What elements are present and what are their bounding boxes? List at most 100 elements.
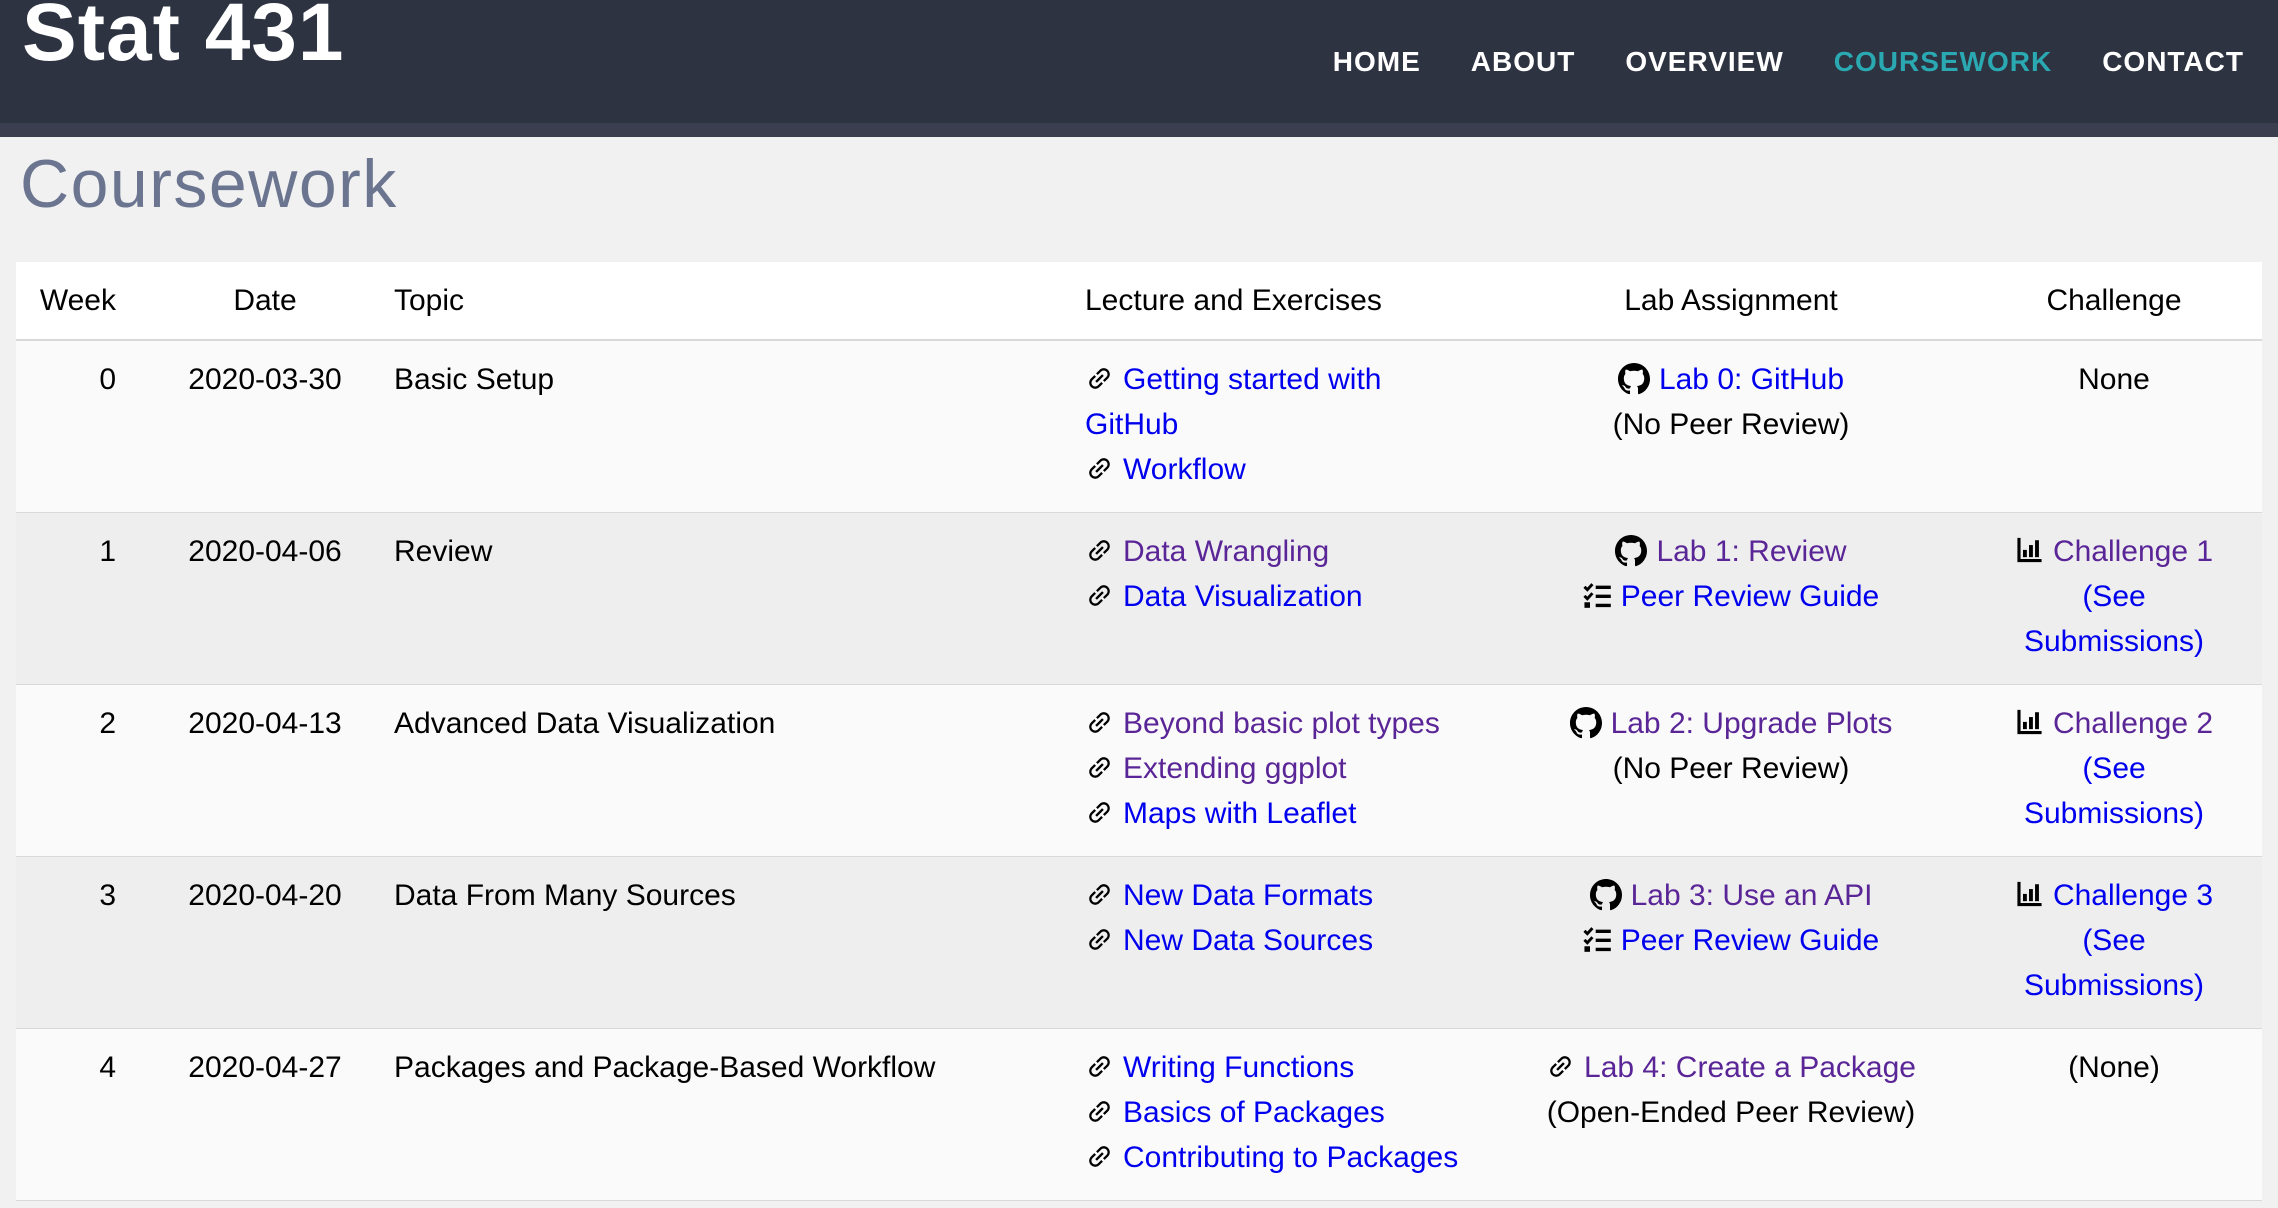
challenge-link[interactable]: Challenge 2 (2053, 707, 2213, 740)
link-icon (1085, 797, 1123, 830)
peer-review-note: (Open-Ended Peer Review) (1510, 1090, 1952, 1135)
lab-line: Peer Review Guide (1510, 918, 1952, 963)
challenge-line: Challenge 3 (1980, 873, 2248, 918)
lab-line: Peer Review Guide (1510, 574, 1952, 619)
date-cell: 2020-04-20 (150, 856, 380, 1028)
link-icon (1085, 453, 1123, 486)
link-icon (1085, 752, 1123, 785)
link-icon (1085, 879, 1123, 912)
github-icon (1618, 363, 1659, 396)
table-body: 02020-03-30Basic SetupGetting started wi… (16, 340, 2262, 1201)
lecture-link[interactable]: New Data Formats (1123, 879, 1373, 912)
lecture-line: Data Visualization (1085, 574, 1482, 619)
challenge-cell: Challenge 2 (See Submissions) (1966, 684, 2262, 856)
lecture-link[interactable]: Data Wrangling (1123, 535, 1329, 568)
lecture-line: Beyond basic plot types (1085, 701, 1482, 746)
lectures-cell: Data Wrangling Data Visualization (1071, 512, 1496, 684)
date-cell: 2020-04-27 (150, 1028, 380, 1200)
lectures-cell: Getting started with GitHub Workflow (1071, 340, 1496, 513)
lectures-cell: New Data Formats New Data Sources (1071, 856, 1496, 1028)
lecture-line: Contributing to Packages (1085, 1135, 1482, 1180)
lectures-cell: Beyond basic plot types Extending ggplot M… (1071, 684, 1496, 856)
lab-link[interactable]: Lab 2: Upgrade Plots (1611, 707, 1893, 740)
challenge-cell: Challenge 1 (See Submissions) (1966, 512, 2262, 684)
nav-item-overview[interactable]: OVERVIEW (1625, 46, 1783, 78)
link-icon (1085, 707, 1123, 740)
table-row-week-1: 12020-04-06ReviewData WranglingData Visu… (16, 512, 2262, 684)
lecture-link[interactable]: Getting started with GitHub (1085, 363, 1381, 441)
lecture-link[interactable]: Data Visualization (1123, 580, 1363, 613)
lecture-line: New Data Formats (1085, 873, 1482, 918)
lecture-link[interactable]: Contributing to Packages (1123, 1141, 1458, 1174)
topic-cell: Advanced Data Visualization (380, 684, 1071, 856)
topic-cell: Basic Setup (380, 340, 1071, 513)
lecture-link[interactable]: Workflow (1123, 453, 1246, 486)
lectures-cell: Writing Functions Basics of Packages Contr… (1071, 1028, 1496, 1200)
link-icon (1085, 580, 1123, 613)
challenge-cell: None (1966, 340, 2262, 513)
week-cell: 4 (16, 1028, 150, 1200)
nav-menu: HOME ABOUT OVERVIEW COURSEWORK CONTACT (1333, 0, 2244, 123)
table-header-row: WeekDateTopicLecture and ExercisesLab As… (16, 262, 2262, 340)
lab-link[interactable]: Lab 0: GitHub (1659, 363, 1844, 396)
lab-link[interactable]: Peer Review Guide (1621, 580, 1879, 613)
column-header-topic: Topic (380, 262, 1071, 340)
nav-item-contact[interactable]: CONTACT (2102, 46, 2244, 78)
challenge-link[interactable]: Challenge 3 (2053, 879, 2213, 912)
see-submissions-link[interactable]: (See Submissions) (2014, 746, 2214, 836)
link-icon (1085, 1141, 1123, 1174)
topic-cell: Packages and Package-Based Workflow (380, 1028, 1071, 1200)
lab-link[interactable]: Lab 1: Review (1656, 535, 1846, 568)
github-icon (1590, 879, 1631, 912)
nav-item-home[interactable]: HOME (1333, 46, 1421, 78)
brand-link[interactable]: Stat 431 (22, 0, 345, 123)
lecture-line: Writing Functions (1085, 1045, 1482, 1090)
challenge-cell: (None) (1966, 1028, 2262, 1200)
lab-line: Lab 1: Review (1510, 529, 1952, 574)
challenge-link[interactable]: Challenge 1 (2053, 535, 2213, 568)
lecture-link[interactable]: Extending ggplot (1123, 752, 1347, 785)
lab-link[interactable]: Peer Review Guide (1621, 924, 1879, 957)
poll-icon (2015, 535, 2053, 568)
week-cell: 1 (16, 512, 150, 684)
lecture-line: Getting started with GitHub (1085, 357, 1482, 447)
challenge-note: None (1980, 357, 2248, 402)
link-icon (1085, 363, 1123, 396)
github-icon (1615, 535, 1656, 568)
nav-item-coursework[interactable]: COURSEWORK (1834, 46, 2052, 78)
lecture-link[interactable]: Writing Functions (1123, 1051, 1354, 1084)
week-cell: 0 (16, 340, 150, 513)
lab-assignment-cell: Lab 3: Use an API Peer Review Guide (1496, 856, 1966, 1028)
see-submissions-link[interactable]: (See Submissions) (2014, 574, 2214, 664)
column-header-lecture-and-exercises: Lecture and Exercises (1071, 262, 1496, 340)
date-cell: 2020-03-30 (150, 340, 380, 513)
lecture-link[interactable]: Maps with Leaflet (1123, 797, 1356, 830)
table-row-week-2: 22020-04-13Advanced Data VisualizationBe… (16, 684, 2262, 856)
navbar: Stat 431 HOME ABOUT OVERVIEW COURSEWORK CONT… (0, 0, 2278, 123)
lecture-line: Maps with Leaflet (1085, 791, 1482, 836)
lecture-line: Extending ggplot (1085, 746, 1482, 791)
lab-line: Lab 3: Use an API (1510, 873, 1952, 918)
lecture-line: New Data Sources (1085, 918, 1482, 963)
link-icon (1546, 1051, 1584, 1084)
see-submissions-link[interactable]: (See Submissions) (2014, 918, 2214, 1008)
table-row-week-0: 02020-03-30Basic SetupGetting started wi… (16, 340, 2262, 513)
lecture-line: Workflow (1085, 447, 1482, 492)
link-icon (1085, 535, 1123, 568)
lab-link[interactable]: Lab 4: Create a Package (1584, 1051, 1916, 1084)
challenge-cell: Challenge 3 (See Submissions) (1966, 856, 2262, 1028)
lab-assignment-cell: Lab 2: Upgrade Plots(No Peer Review) (1496, 684, 1966, 856)
coursework-table: WeekDateTopicLecture and ExercisesLab As… (16, 262, 2262, 1201)
lab-line: Lab 2: Upgrade Plots (1510, 701, 1952, 746)
lab-line: Lab 0: GitHub (1510, 357, 1952, 402)
lecture-link[interactable]: New Data Sources (1123, 924, 1373, 957)
lab-link[interactable]: Lab 3: Use an API (1631, 879, 1873, 912)
lab-assignment-cell: Lab 0: GitHub(No Peer Review) (1496, 340, 1966, 513)
table-row-week-4: 42020-04-27Packages and Package-Based Wo… (16, 1028, 2262, 1200)
nav-item-about[interactable]: ABOUT (1471, 46, 1576, 78)
lecture-link[interactable]: Beyond basic plot types (1123, 707, 1440, 740)
navbar-strip (0, 123, 2278, 137)
poll-icon (2015, 707, 2053, 740)
lecture-line: Data Wrangling (1085, 529, 1482, 574)
lecture-link[interactable]: Basics of Packages (1123, 1096, 1385, 1129)
